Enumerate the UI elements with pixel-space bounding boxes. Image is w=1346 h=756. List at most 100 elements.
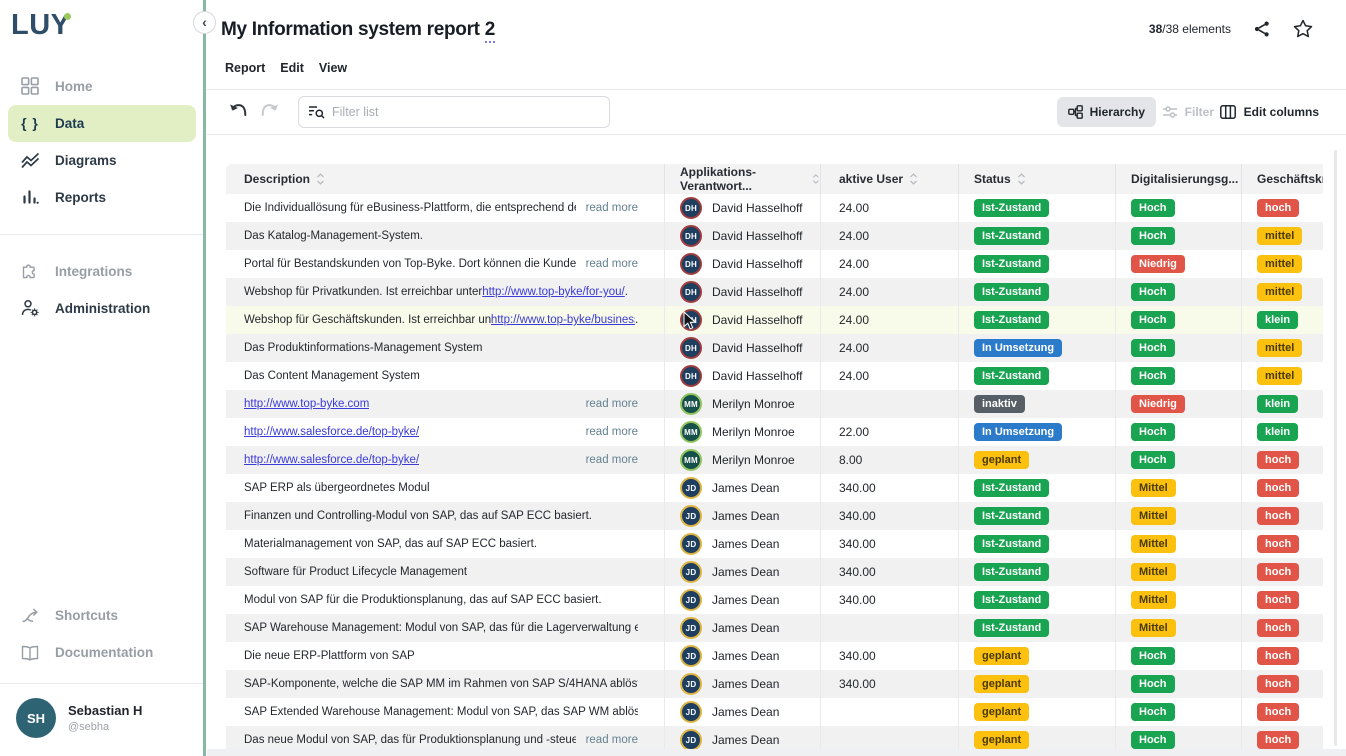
table-row[interactable]: Das Content Management SystemDHDavid Has… (226, 362, 1323, 390)
menu-item-report[interactable]: Report (225, 61, 265, 75)
share-icon[interactable] (1253, 20, 1271, 38)
avatar[interactable]: JD (680, 701, 702, 723)
avatar[interactable]: MM (680, 449, 702, 471)
column-header-applikations-verantwortlicher[interactable]: Applikations-Verantwort... (664, 164, 820, 194)
description-cell: Finanzen und Controlling-Modul von SAP, … (226, 502, 664, 530)
read-more-link[interactable]: read more (576, 734, 638, 746)
table-row[interactable]: SAP Extended Warehouse Management: Modul… (226, 698, 1323, 726)
sidebar-item-home[interactable]: Home (0, 68, 204, 105)
read-more-link[interactable]: read more (576, 426, 638, 438)
owner-name: David Hasselhoff (712, 341, 803, 355)
avatar[interactable]: MM (680, 421, 702, 443)
collapse-sidebar-button[interactable]: ‹ (193, 11, 216, 34)
table-row[interactable]: Webshop für Geschäftskunden. Ist erreich… (226, 306, 1323, 334)
user-profile[interactable]: SH Sebastian H @sebha (0, 684, 204, 756)
description-cell: Materialmanagement von SAP, das auf SAP … (226, 530, 664, 558)
menu-item-edit[interactable]: Edit (280, 61, 304, 75)
sidebar-item-data[interactable]: { } Data (8, 105, 196, 142)
column-header-aktive-user[interactable]: aktive User (820, 164, 958, 194)
read-more-link[interactable]: read more (576, 202, 638, 214)
sidebar-item-documentation[interactable]: Documentation (0, 634, 204, 671)
active-users-cell: 22.00 (820, 418, 958, 446)
horizontal-scrollbar[interactable] (207, 749, 1346, 756)
filter-list-input[interactable] (298, 96, 610, 128)
avatar[interactable]: MM (680, 393, 702, 415)
status-badge: Mittel (1131, 591, 1176, 609)
avatar[interactable]: DH (680, 225, 702, 247)
table-row[interactable]: http://www.top-byke.comread moreMMMerily… (226, 390, 1323, 418)
owner-name: James Dean (712, 593, 779, 607)
avatar[interactable]: JD (680, 561, 702, 583)
avatar[interactable]: JD (680, 533, 702, 555)
avatar[interactable]: DH (680, 337, 702, 359)
table-row[interactable]: Portal für Bestandskunden von Top-Byke. … (226, 250, 1323, 278)
description-cell: Portal für Bestandskunden von Top-Byke. … (226, 250, 664, 278)
geschaeftskritikalitaet-cell: mittel (1241, 334, 1323, 362)
avatar[interactable]: DH (680, 253, 702, 275)
status-badge: hoch (1257, 199, 1299, 217)
table-row[interactable]: SAP Warehouse Management: Modul von SAP,… (226, 614, 1323, 642)
description-link[interactable]: http://www.top-byke/for-you/ (482, 286, 625, 298)
column-header-description[interactable]: Description (226, 164, 664, 194)
avatar[interactable]: DH (680, 365, 702, 387)
read-more-link[interactable]: read more (576, 258, 638, 270)
table-row[interactable]: Die Individuallösung für eBusiness-Platt… (226, 194, 1323, 222)
avatar[interactable]: JD (680, 477, 702, 499)
status-badge: Niedrig (1131, 395, 1185, 413)
avatar[interactable]: JD (680, 589, 702, 611)
table-row[interactable]: SAP-Komponente, welche die SAP MM im Rah… (226, 670, 1323, 698)
vertical-scrollbar[interactable] (1334, 150, 1337, 746)
description-link[interactable]: http://www.top-byke.com (244, 398, 369, 410)
avatar[interactable]: DH (680, 309, 702, 331)
avatar[interactable]: JD (680, 645, 702, 667)
luy-logo: LUY (11, 10, 71, 42)
owner-cell: DHDavid Hasselhoff (664, 250, 820, 278)
redo-icon[interactable] (259, 102, 279, 118)
documentation-icon (20, 645, 40, 661)
sidebar-item-shortcuts[interactable]: Shortcuts (0, 597, 204, 634)
sidebar-item-reports[interactable]: Reports (0, 179, 204, 216)
read-more-link[interactable]: read more (576, 454, 638, 466)
avatar[interactable]: DH (680, 197, 702, 219)
description-link[interactable]: http://www.top-byke/business/ (491, 314, 635, 326)
avatar[interactable]: DH (680, 281, 702, 303)
avatar[interactable]: JD (680, 729, 702, 751)
table-row[interactable]: Die neue ERP-Plattform von SAPJDJames De… (226, 642, 1323, 670)
sidebar-item-diagrams[interactable]: Diagrams (0, 142, 204, 179)
star-icon[interactable] (1293, 19, 1313, 38)
description-cell: Das Produktinformations-Management Syste… (226, 334, 664, 362)
status-badge: Ist-Zustand (974, 255, 1049, 273)
description-link[interactable]: http://www.salesforce.de/top-byke/ (244, 454, 419, 466)
column-header-geschaeftskritikalitaet[interactable]: Geschäftskritik (1241, 164, 1323, 194)
hierarchy-button[interactable]: Hierarchy (1057, 97, 1156, 127)
table-row[interactable]: http://www.salesforce.de/top-byke/read m… (226, 446, 1323, 474)
table-row[interactable]: Webshop für Privatkunden. Ist erreichbar… (226, 278, 1323, 306)
table-row[interactable]: Finanzen und Controlling-Modul von SAP, … (226, 502, 1323, 530)
status-badge: Niedrig (1131, 255, 1185, 273)
menu-item-view[interactable]: View (319, 61, 347, 75)
table-row[interactable]: SAP ERP als übergeordnetes ModulJDJames … (226, 474, 1323, 502)
undo-icon[interactable] (229, 102, 249, 118)
status-cell: In Umsetzung (958, 418, 1115, 446)
table-row[interactable]: Das Katalog-Management-System.DHDavid Ha… (226, 222, 1323, 250)
table-row[interactable]: Materialmanagement von SAP, das auf SAP … (226, 530, 1323, 558)
avatar[interactable]: JD (680, 617, 702, 639)
column-header-digitalisierungsgrad[interactable]: Digitalisierungsg... (1115, 164, 1241, 194)
read-more-link[interactable]: read more (576, 398, 638, 410)
filter-button[interactable]: Filter (1162, 97, 1214, 127)
column-header-status[interactable]: Status (958, 164, 1115, 194)
avatar[interactable]: JD (680, 505, 702, 527)
table-row[interactable]: Modul von SAP für die Produktionsplanung… (226, 586, 1323, 614)
description-link[interactable]: http://www.salesforce.de/top-byke/ (244, 426, 419, 438)
reports-icon (20, 189, 40, 205)
avatar[interactable]: JD (680, 673, 702, 695)
sidebar-item-administration[interactable]: Administration (0, 290, 204, 327)
edit-columns-button[interactable]: Edit columns (1220, 97, 1319, 127)
table-row[interactable]: Software für Product Lifecycle Managemen… (226, 558, 1323, 586)
geschaeftskritikalitaet-cell: hoch (1241, 474, 1323, 502)
sidebar-item-label: Home (55, 79, 93, 94)
status-badge: Mittel (1131, 507, 1176, 525)
sidebar-item-integrations[interactable]: Integrations (0, 253, 204, 290)
table-row[interactable]: Das Produktinformations-Management Syste… (226, 334, 1323, 362)
table-row[interactable]: http://www.salesforce.de/top-byke/read m… (226, 418, 1323, 446)
